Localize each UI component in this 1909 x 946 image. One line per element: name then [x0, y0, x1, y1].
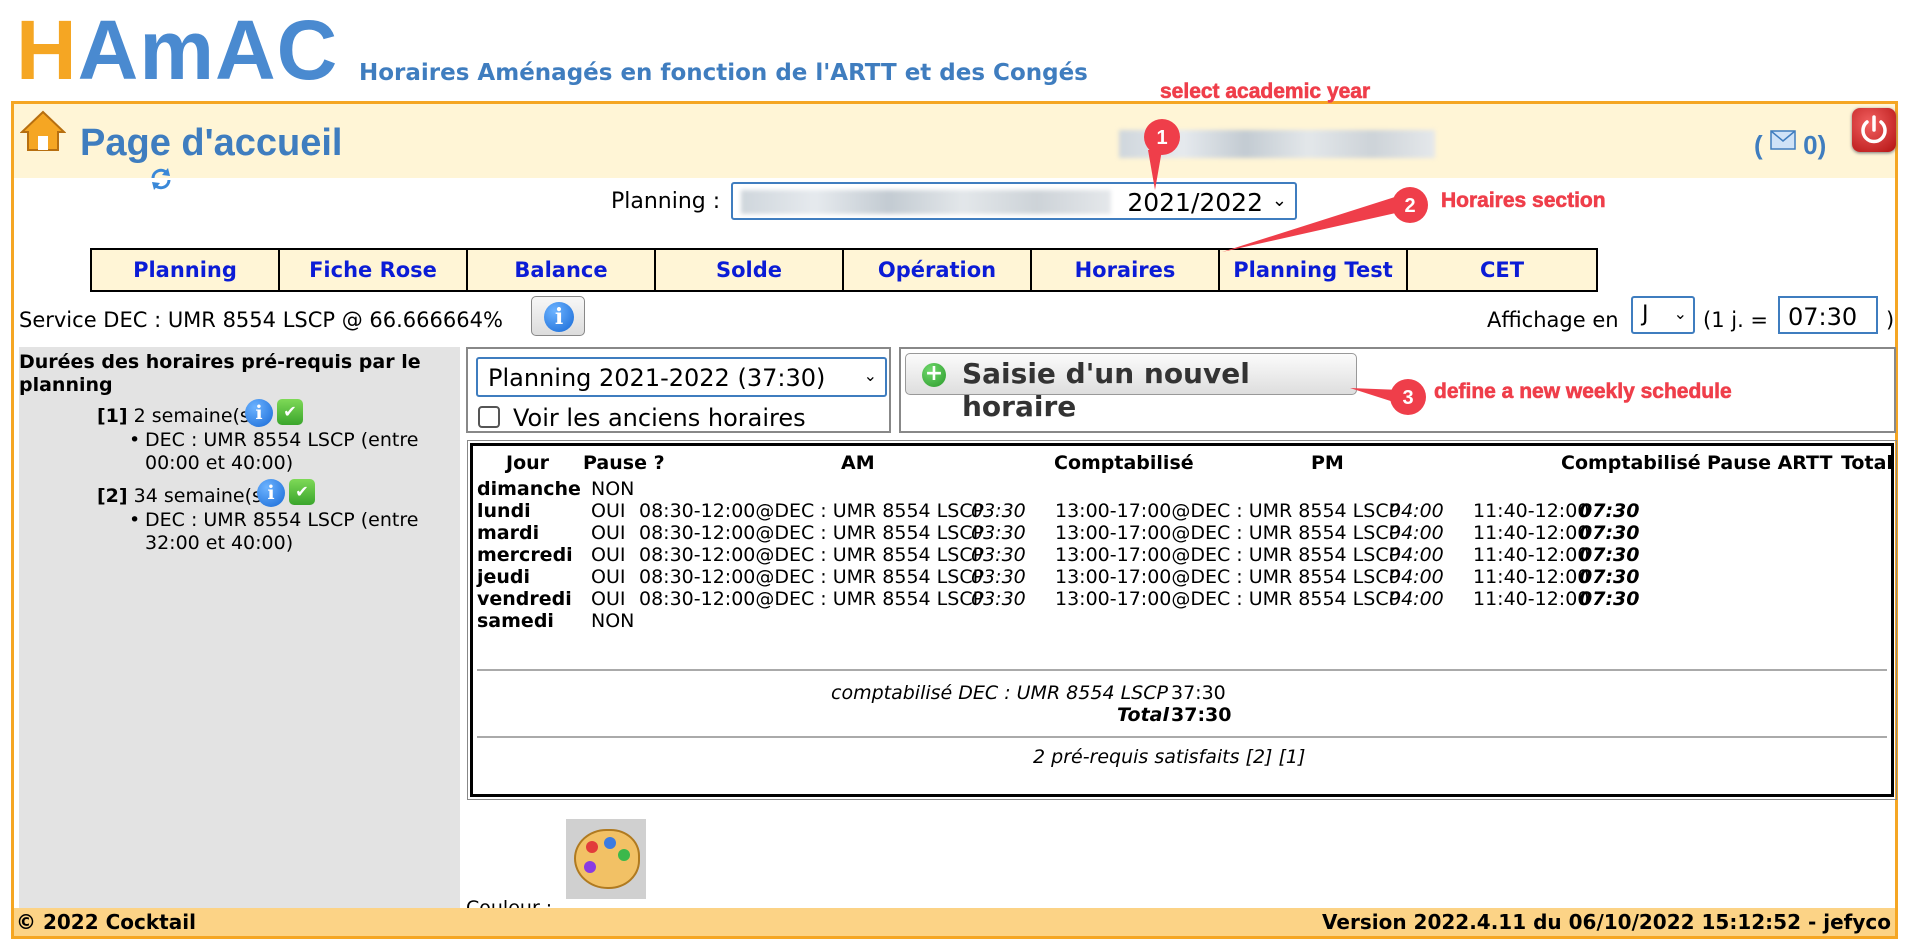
marker-2-label: 2 — [1404, 195, 1415, 217]
marker-1-label: 1 — [1156, 127, 1167, 149]
annotation-arrows: 1 2 3 — [1144, 119, 1428, 415]
marker-3-label: 3 — [1402, 387, 1413, 409]
